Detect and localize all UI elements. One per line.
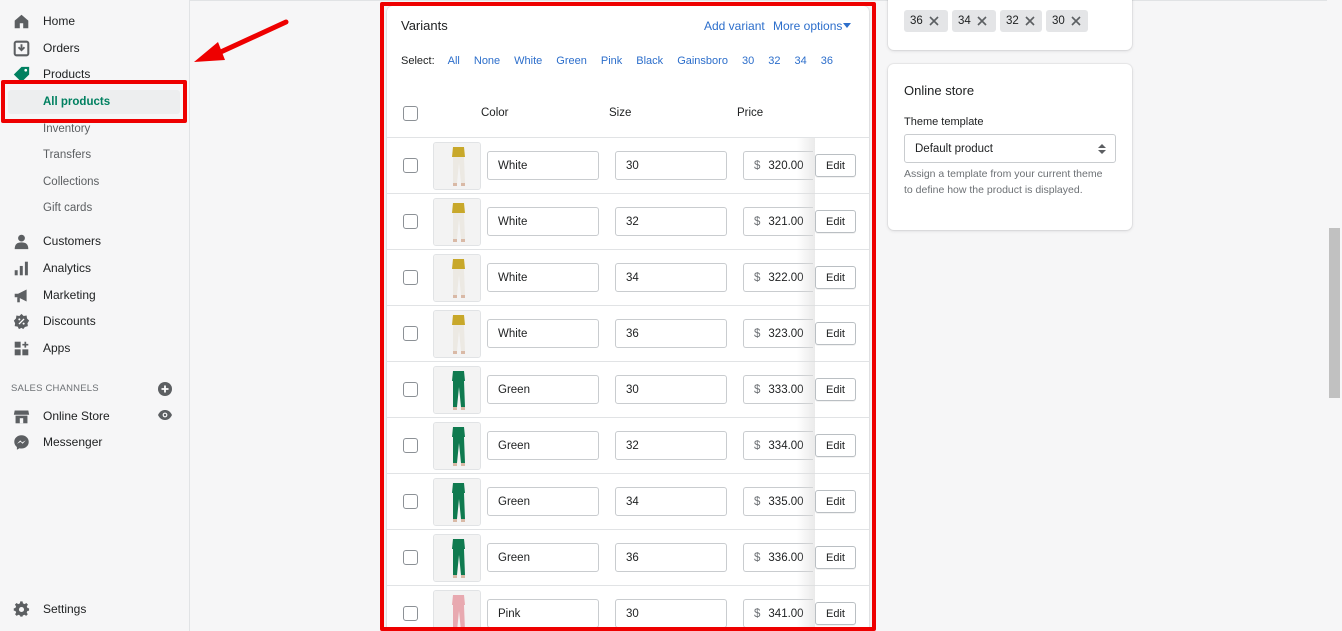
- remove-tag-icon[interactable]: [1025, 16, 1035, 26]
- discount-icon: [13, 313, 30, 330]
- remove-tag-icon[interactable]: [1071, 16, 1081, 26]
- sidebar-item-marketing[interactable]: Marketing: [0, 282, 190, 308]
- sidebar-item-label: Analytics: [43, 261, 92, 275]
- theme-template-help: Assign a template from your current them…: [904, 168, 1103, 196]
- sidebar-item-gift-cards[interactable]: Gift cards: [0, 196, 190, 220]
- apps-icon: [14, 341, 29, 356]
- tag-chip: 30: [1046, 10, 1088, 32]
- sidebar-item-settings[interactable]: Settings: [0, 596, 190, 622]
- eye-icon[interactable]: [157, 408, 173, 422]
- sidebar-item-orders[interactable]: Orders: [0, 35, 190, 61]
- tag-label: 32: [1006, 15, 1019, 27]
- sidebar-item-label: Settings: [43, 602, 87, 616]
- sidebar-item-label: Collections: [43, 176, 100, 188]
- annotation-arrow-icon: [194, 19, 289, 62]
- sidebar-item-label: Marketing: [43, 288, 96, 302]
- megaphone-icon: [14, 289, 27, 303]
- sidebar-item-label: Products: [43, 67, 91, 81]
- remove-tag-icon[interactable]: [929, 16, 939, 26]
- sidebar-item-label: Discounts: [43, 314, 96, 328]
- sidebar-item-collections[interactable]: Collections: [0, 170, 190, 194]
- annotation-highlight-all-products: [1, 80, 187, 123]
- online-store-card: Online store Theme template Default prod…: [888, 64, 1132, 230]
- sidebar-item-label: Inventory: [43, 123, 91, 135]
- sidebar-item-label: Gift cards: [43, 202, 93, 214]
- annotation-highlight-variants: [380, 2, 876, 631]
- home-icon: [14, 14, 29, 29]
- messenger-icon: [14, 435, 29, 450]
- tags-card: 36 34 32 30: [888, 0, 1132, 50]
- tag-label: 34: [958, 15, 971, 27]
- sidebar-item-label: Online Store: [43, 409, 110, 423]
- remove-tag-icon[interactable]: [977, 16, 987, 26]
- scrollbar-thumb[interactable]: [1329, 228, 1340, 398]
- theme-template-label: Theme template: [904, 116, 984, 128]
- sidebar-item-customers[interactable]: Customers: [0, 228, 190, 254]
- tag-chip: 32: [1000, 10, 1042, 32]
- store-icon: [13, 410, 30, 424]
- theme-template-select[interactable]: Default product: [904, 134, 1116, 163]
- sidebar-item-apps[interactable]: Apps: [0, 335, 190, 361]
- sidebar-item-analytics[interactable]: Analytics: [0, 255, 190, 281]
- bar-chart-icon: [14, 261, 28, 276]
- orders-icon: [13, 40, 30, 57]
- tag-chip: 34: [952, 10, 996, 32]
- sales-channels-heading: SALES CHANNELS: [11, 383, 99, 394]
- sidebar-item-label: Orders: [43, 41, 80, 55]
- select-caret-icon: [1098, 144, 1106, 154]
- theme-template-value: Default product: [915, 142, 993, 155]
- sidebar-item-discounts[interactable]: Discounts: [0, 308, 190, 334]
- sidebar-item-label: Messenger: [43, 435, 103, 449]
- tag-label: 30: [1052, 15, 1065, 27]
- online-store-title: Online store: [904, 83, 975, 98]
- sidebar-item-messenger[interactable]: Messenger: [0, 429, 190, 455]
- gear-icon: [13, 601, 30, 617]
- sidebar-item-label: Apps: [43, 341, 71, 355]
- tag-chip: 36: [904, 10, 948, 32]
- sidebar-item-label: Customers: [43, 234, 102, 248]
- add-channel-icon[interactable]: [158, 382, 172, 396]
- person-icon: [14, 234, 29, 250]
- sidebar-item-home[interactable]: Home: [0, 8, 190, 34]
- top-divider: [190, 0, 1327, 1]
- sidebar-item-label: Transfers: [43, 149, 92, 161]
- sidebar-item-transfers[interactable]: Transfers: [0, 143, 190, 167]
- sidebar-item-label: Home: [43, 14, 76, 28]
- tag-label: 36: [910, 15, 923, 27]
